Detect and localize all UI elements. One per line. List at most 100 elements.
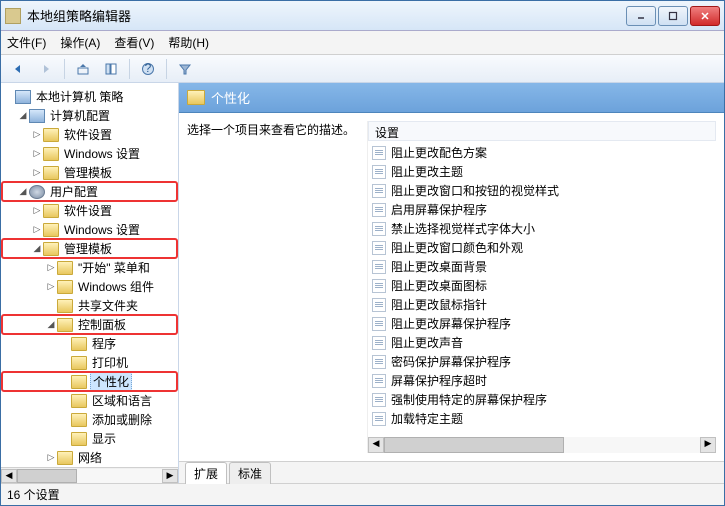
setting-file-icon (372, 146, 386, 160)
scroll-left-button[interactable]: ◀ (1, 469, 17, 483)
details-header: 个性化 (179, 83, 724, 113)
details-heading: 个性化 (211, 88, 250, 107)
setting-item[interactable]: 阻止更改桌面背景 (368, 257, 716, 276)
list-hscrollbar[interactable]: ◀ ▶ (368, 437, 716, 453)
folder-icon (57, 280, 73, 294)
setting-item[interactable]: 屏幕保护程序超时 (368, 371, 716, 390)
description-hint: 选择一个项目来查看它的描述。 (187, 121, 359, 138)
setting-file-icon (372, 260, 386, 274)
setting-item[interactable]: 阻止更改窗口颜色和外观 (368, 238, 716, 257)
tree-user-config[interactable]: ◢用户配置 (3, 182, 176, 201)
tree-computer-config[interactable]: ◢计算机配置 (3, 106, 176, 125)
show-hide-tree-button[interactable] (98, 58, 124, 80)
up-button[interactable] (70, 58, 96, 80)
setting-file-icon (372, 374, 386, 388)
tab-standard[interactable]: 标准 (229, 462, 271, 484)
close-button[interactable] (690, 6, 720, 26)
scroll-thumb[interactable] (17, 469, 77, 483)
back-button[interactable] (5, 58, 31, 80)
folder-icon (43, 128, 59, 142)
toolbar: ? (1, 55, 724, 83)
folder-icon (71, 375, 87, 389)
tree-hscrollbar[interactable]: ◀ ▶ (1, 467, 178, 483)
tree-item[interactable]: 添加或删除 (3, 410, 176, 429)
menu-view[interactable]: 查看(V) (114, 34, 154, 51)
folder-icon (43, 223, 59, 237)
toolbar-separator (166, 59, 167, 79)
scroll-right-button[interactable]: ▶ (700, 437, 716, 453)
folder-icon (187, 90, 205, 105)
folder-icon (71, 413, 87, 427)
scroll-right-button[interactable]: ▶ (162, 469, 178, 483)
setting-item[interactable]: 阻止更改桌面图标 (368, 276, 716, 295)
folder-icon (71, 432, 87, 446)
menu-help[interactable]: 帮助(H) (168, 34, 209, 51)
settings-column-header[interactable]: 设置 (368, 121, 716, 141)
setting-label: 禁止选择视觉样式字体大小 (391, 220, 535, 237)
scroll-left-button[interactable]: ◀ (368, 437, 384, 453)
window-titlebar: 本地组策略编辑器 (1, 1, 724, 31)
tree-control-panel[interactable]: ◢控制面板 (3, 315, 176, 334)
tree-item[interactable]: 共享文件夹 (3, 296, 176, 315)
setting-file-icon (372, 317, 386, 331)
tree-item[interactable]: 区域和语言 (3, 391, 176, 410)
settings-list: 阻止更改配色方案阻止更改主题阻止更改窗口和按钮的视觉样式启用屏幕保护程序禁止选择… (368, 143, 716, 437)
setting-label: 阻止更改鼠标指针 (391, 296, 487, 313)
setting-file-icon (372, 355, 386, 369)
setting-file-icon (372, 241, 386, 255)
setting-item[interactable]: 密码保护屏幕保护程序 (368, 352, 716, 371)
tree-item[interactable]: ▷软件设置 (3, 201, 176, 220)
minimize-button[interactable] (626, 6, 656, 26)
scroll-thumb[interactable] (384, 437, 564, 453)
maximize-button[interactable] (658, 6, 688, 26)
tree-item[interactable]: ▷Windows 组件 (3, 277, 176, 296)
setting-item[interactable]: 启用屏幕保护程序 (368, 200, 716, 219)
setting-item[interactable]: 阻止更改屏幕保护程序 (368, 314, 716, 333)
tree-item[interactable]: ▷软件设置 (3, 125, 176, 144)
tree-item[interactable]: 显示 (3, 429, 176, 448)
setting-label: 密码保护屏幕保护程序 (391, 353, 511, 370)
app-icon (5, 8, 21, 24)
setting-file-icon (372, 184, 386, 198)
setting-item[interactable]: 阻止更改主题 (368, 162, 716, 181)
tree-item[interactable]: ▷"开始" 菜单和 (3, 258, 176, 277)
forward-button[interactable] (33, 58, 59, 80)
setting-label: 阻止更改窗口和按钮的视觉样式 (391, 182, 559, 199)
setting-item[interactable]: 加载特定主题 (368, 409, 716, 428)
tree-item[interactable]: 打印机 (3, 353, 176, 372)
details-pane: 个性化 选择一个项目来查看它的描述。 设置 阻止更改配色方案阻止更改主题阻止更改… (179, 83, 724, 483)
setting-label: 阻止更改声音 (391, 334, 463, 351)
setting-item[interactable]: 阻止更改窗口和按钮的视觉样式 (368, 181, 716, 200)
setting-item[interactable]: 阻止更改配色方案 (368, 143, 716, 162)
tree-root[interactable]: 本地计算机 策略 (3, 87, 176, 106)
filter-button[interactable] (172, 58, 198, 80)
tree-admin-templates[interactable]: ◢管理模板 (3, 239, 176, 258)
tree-item[interactable]: ▷Windows 设置 (3, 220, 176, 239)
tree-item[interactable]: ▷管理模板 (3, 163, 176, 182)
folder-icon (57, 261, 73, 275)
setting-item[interactable]: 阻止更改鼠标指针 (368, 295, 716, 314)
tab-extended[interactable]: 扩展 (185, 462, 227, 484)
help-button[interactable]: ? (135, 58, 161, 80)
setting-item[interactable]: 禁止选择视觉样式字体大小 (368, 219, 716, 238)
setting-label: 屏幕保护程序超时 (391, 372, 487, 389)
setting-file-icon (372, 336, 386, 350)
menu-file[interactable]: 文件(F) (7, 34, 46, 51)
tree-item[interactable]: ▷Windows 设置 (3, 144, 176, 163)
setting-label: 阻止更改窗口颜色和外观 (391, 239, 523, 256)
user-icon (29, 185, 45, 199)
svg-text:?: ? (145, 62, 152, 75)
tree-item[interactable]: 程序 (3, 334, 176, 353)
toolbar-separator (64, 59, 65, 79)
setting-item[interactable]: 阻止更改声音 (368, 333, 716, 352)
tree-personalization[interactable]: 个性化 (3, 372, 176, 391)
folder-icon (43, 204, 59, 218)
menu-action[interactable]: 操作(A) (60, 34, 100, 51)
setting-file-icon (372, 393, 386, 407)
tree-item[interactable]: ▷网络 (3, 448, 176, 467)
setting-item[interactable]: 强制使用特定的屏幕保护程序 (368, 390, 716, 409)
tree-pane: 本地计算机 策略 ◢计算机配置 ▷软件设置 ▷Windows 设置 ▷管理模板 … (1, 83, 179, 483)
policy-icon (15, 90, 31, 104)
computer-icon (29, 109, 45, 123)
setting-label: 阻止更改屏幕保护程序 (391, 315, 511, 332)
